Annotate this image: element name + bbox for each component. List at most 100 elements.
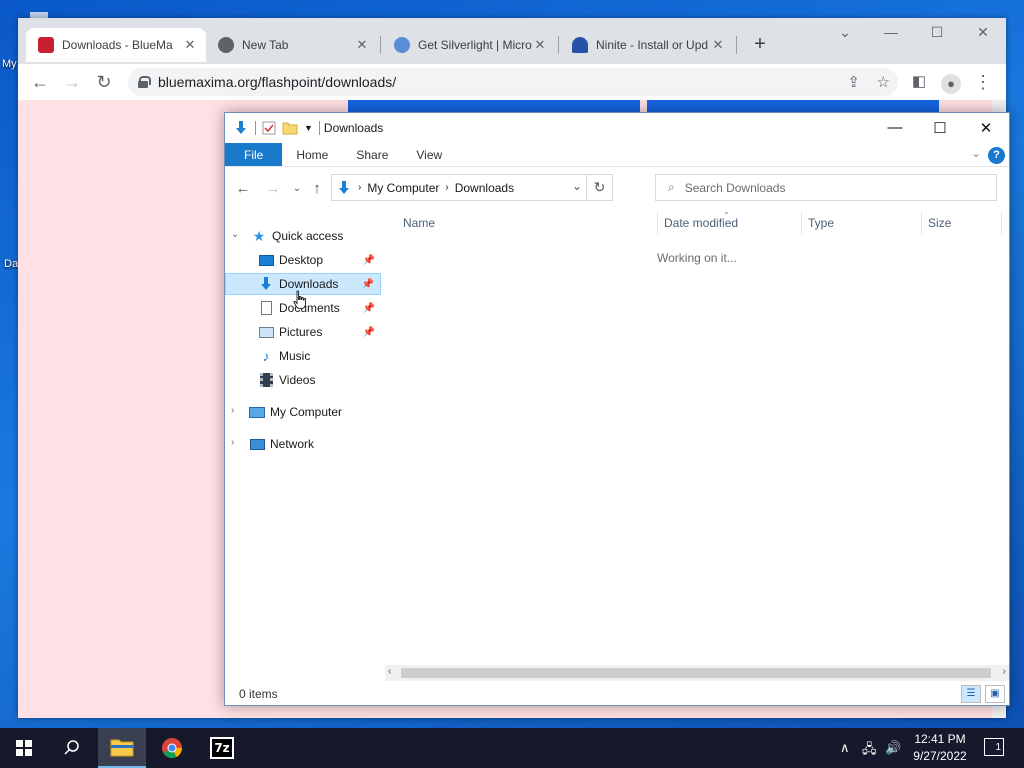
column-header-type[interactable]: Type [808, 216, 834, 230]
taskbar-chrome[interactable] [148, 728, 196, 768]
taskbar-7zip[interactable]: 7z [198, 728, 246, 768]
breadcrumb-separator-icon[interactable]: › [445, 182, 448, 193]
nav-pictures[interactable]: Pictures 📌 [225, 321, 381, 343]
taskbar-file-explorer[interactable] [98, 728, 146, 768]
pin-icon[interactable]: 📌 [363, 303, 375, 314]
tab-view[interactable]: View [402, 143, 456, 166]
start-button[interactable] [0, 728, 48, 768]
network-icon [249, 436, 265, 452]
forward-icon[interactable]: → [61, 71, 83, 93]
column-separator[interactable] [801, 211, 802, 235]
tab-new-tab[interactable]: New Tab ✕ [206, 28, 378, 62]
address-row: ← → ⌄ ↑ › My Computer › Downloads ⌄ ↻ ⌕ … [225, 167, 1009, 209]
expand-ribbon-icon[interactable]: ⌄ [971, 146, 981, 160]
tab-search-icon[interactable]: ⌄ [830, 24, 860, 41]
downloads-arrow-icon [236, 121, 246, 134]
address-breadcrumb[interactable]: › My Computer › Downloads ⌄ ↻ [331, 174, 613, 201]
breadcrumb-downloads[interactable]: Downloads [455, 181, 514, 195]
column-header-name[interactable]: Name [403, 216, 435, 230]
profile-avatar-icon[interactable]: ● [940, 71, 962, 94]
breadcrumb-separator-icon[interactable]: › [358, 182, 361, 193]
item-count: 0 items [239, 687, 278, 701]
network-tray-icon[interactable]: 🖧 [862, 740, 877, 762]
sort-indicator-icon: ⌄ [723, 207, 730, 216]
nav-label: Documents [279, 301, 340, 315]
up-icon[interactable]: ↑ [307, 180, 327, 197]
address-bar[interactable]: bluemaxima.org/flashpoint/downloads/ ⇪ ☆ [128, 68, 898, 96]
new-folder-icon[interactable] [282, 120, 298, 136]
breadcrumb-my-computer[interactable]: My Computer [367, 181, 439, 195]
nav-label: Network [270, 437, 315, 451]
pictures-icon [258, 324, 274, 340]
column-separator[interactable] [657, 211, 658, 235]
search-field[interactable]: ⌕ Search Downloads [655, 174, 997, 201]
minimize-button[interactable]: — [875, 119, 915, 136]
bluemaxima-favicon-icon [38, 37, 54, 53]
back-icon[interactable]: ← [29, 71, 51, 93]
refresh-icon[interactable]: ↻ [586, 175, 612, 200]
share-icon[interactable]: ⇪ [847, 73, 860, 91]
pin-icon[interactable]: 📌 [363, 255, 375, 266]
menu-kebab-icon[interactable]: ⋮ [972, 71, 994, 93]
expand-chevron-icon[interactable]: › [231, 405, 234, 416]
back-icon[interactable]: ← [233, 180, 253, 197]
pin-icon[interactable]: 📌 [362, 279, 374, 290]
column-header-date-modified[interactable]: Date modified [664, 216, 738, 230]
show-hidden-icons-chevron-icon[interactable]: ∧ [840, 740, 850, 756]
tab-get-silverlight[interactable]: Get Silverlight | Micro ✕ [382, 28, 556, 62]
scroll-right-icon[interactable]: › [1003, 666, 1006, 677]
tab-downloads-bluemaxima[interactable]: Downloads - BlueMa ✕ [26, 28, 206, 62]
recent-locations-chevron-icon[interactable]: ⌄ [287, 183, 307, 194]
tab-home[interactable]: Home [282, 143, 342, 166]
nav-music[interactable]: ♪ Music [225, 345, 381, 367]
nav-desktop[interactable]: Desktop 📌 [225, 249, 381, 271]
search-button[interactable] [48, 728, 96, 768]
nav-videos[interactable]: Videos [225, 369, 381, 391]
notification-center-icon[interactable]: 1 [984, 738, 1004, 756]
properties-check-icon[interactable] [262, 121, 276, 135]
close-tab-icon[interactable]: ✕ [354, 37, 370, 53]
new-tab-button[interactable]: + [748, 34, 772, 54]
clock-date: 9/27/2022 [913, 749, 967, 763]
nav-my-computer[interactable]: › My Computer [225, 401, 381, 423]
videos-icon [258, 372, 274, 388]
url-text[interactable]: bluemaxima.org/flashpoint/downloads/ [158, 74, 396, 90]
close-window-button[interactable]: ✕ [966, 119, 1006, 137]
side-panel-icon[interactable]: ◧ [908, 71, 930, 93]
maximize-button[interactable]: ☐ [922, 24, 952, 41]
bookmark-star-icon[interactable]: ☆ [877, 73, 890, 91]
customize-toolbar-chevron-icon[interactable]: ▼ [304, 123, 313, 133]
close-window-button[interactable]: ✕ [968, 24, 998, 41]
column-separator[interactable] [921, 211, 922, 235]
close-tab-icon[interactable]: ✕ [532, 37, 548, 53]
lock-icon[interactable] [138, 76, 151, 88]
details-view-icon[interactable]: ☰ [961, 685, 981, 703]
system-clock[interactable]: 12:41 PM 9/27/2022 [905, 731, 975, 765]
tab-ninite[interactable]: Ninite - Install or Upd ✕ [560, 28, 734, 62]
volume-icon[interactable]: 🔊 [885, 740, 901, 756]
search-placeholder[interactable]: Search Downloads [685, 181, 786, 195]
scroll-left-icon[interactable]: ‹ [388, 666, 391, 677]
large-icons-view-icon[interactable]: ▣ [985, 685, 1005, 703]
minimize-button[interactable]: — [876, 24, 906, 40]
address-history-chevron-icon[interactable]: ⌄ [572, 179, 582, 193]
collapse-chevron-icon[interactable]: ⌄ [231, 229, 239, 240]
column-header-size[interactable]: Size [928, 216, 951, 230]
forward-icon[interactable]: → [263, 180, 283, 197]
help-icon[interactable]: ? [988, 147, 1005, 164]
tab-share[interactable]: Share [342, 143, 402, 166]
horizontal-scrollbar[interactable]: ‹ › [385, 665, 1009, 681]
close-tab-icon[interactable]: ✕ [182, 37, 198, 53]
nav-quick-access[interactable]: ⌄ ★ Quick access [225, 225, 381, 247]
tab-file[interactable]: File [225, 143, 283, 166]
column-separator[interactable] [1001, 211, 1002, 235]
close-tab-icon[interactable]: ✕ [710, 37, 726, 53]
maximize-button[interactable]: ☐ [920, 119, 960, 137]
pin-icon[interactable]: 📌 [363, 327, 375, 338]
nav-network[interactable]: › Network [225, 433, 381, 455]
tab-separator [380, 36, 381, 54]
scrollbar-thumb[interactable] [401, 668, 991, 678]
expand-chevron-icon[interactable]: › [231, 437, 234, 448]
reload-icon[interactable]: ↻ [93, 71, 115, 93]
computer-icon [249, 404, 265, 420]
